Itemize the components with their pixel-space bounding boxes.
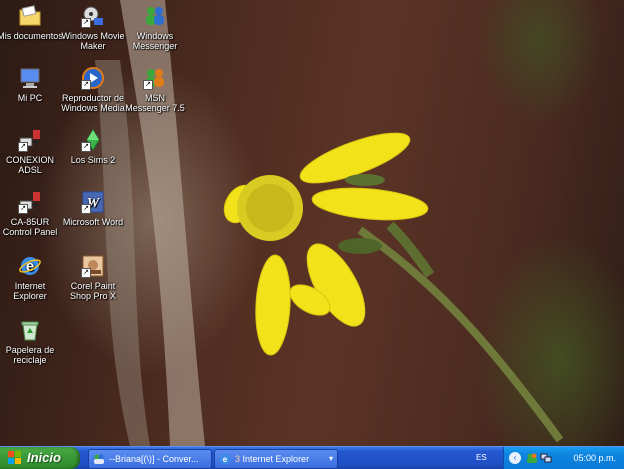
language-indicator[interactable]: ES (476, 447, 487, 469)
folder-icon (18, 4, 42, 28)
icon-label: Papelera de reciclaje (5, 345, 55, 365)
desktop-icon-conexion-adsl[interactable]: ↗ CONEXION ADSL (0, 128, 63, 175)
desktop-icon-papelera-de-reciclaje[interactable]: Papelera de reciclaje (0, 318, 63, 365)
desktop-icon-los-sims-2[interactable]: ↗ Los Sims 2 (60, 128, 126, 165)
icon-label: CA-85UR Control Panel (2, 217, 58, 237)
ie-icon: e (220, 454, 230, 464)
network-icon: ↗ (18, 128, 42, 152)
icon-label: Windows Messenger (132, 31, 178, 51)
system-tray: ES ‹ 05:00 p.m. (476, 447, 624, 469)
icon-label: Los Sims 2 (70, 155, 116, 165)
media-player-icon: ↗ (81, 66, 105, 90)
control-panel-icon: ↗ (18, 190, 42, 214)
taskbar: Inicio --Briana[(\)] - Conver... e 3 Int… (0, 446, 624, 469)
task-count: 3 (235, 454, 241, 464)
desktop-icon-msn-messenger[interactable]: ↗ MSN Messenger 7.5 (122, 66, 188, 113)
icon-label: Windows Movie Maker (61, 31, 125, 51)
msn-tray-icon[interactable] (526, 452, 538, 464)
shortcut-arrow-icon: ↗ (81, 204, 91, 214)
start-label: Inicio (27, 450, 61, 465)
desktop-icon-internet-explorer[interactable]: e Internet Explorer (0, 254, 63, 301)
desktop-icon-windows-media[interactable]: ↗ Reproductor de Windows Media (60, 66, 126, 113)
desktop-icon-mis-documentos[interactable]: Mis documentos (0, 4, 63, 41)
chevron-down-icon: ▾ (328, 454, 333, 463)
icon-label: Reproductor de Windows Media (61, 93, 125, 113)
shortcut-arrow-icon: ↗ (81, 80, 91, 90)
icon-label: Microsoft Word (62, 217, 124, 227)
shortcut-arrow-icon: ↗ (81, 268, 91, 278)
icon-label: Internet Explorer (13, 281, 47, 301)
icon-label: Mi PC (17, 93, 43, 103)
desktop-icon-ca85ur-control-panel[interactable]: ↗ CA-85UR Control Panel (0, 190, 63, 237)
task-label: --Briana[(\)] - Conver... (109, 454, 199, 464)
taskbar-task-internet-explorer[interactable]: e 3 Internet Explorer ▾ (214, 449, 338, 469)
svg-text:e: e (223, 455, 228, 464)
shortcut-arrow-icon: ↗ (81, 142, 91, 152)
ie-icon: e (18, 254, 42, 278)
desktop-icon-microsoft-word[interactable]: W ↗ Microsoft Word (60, 190, 126, 227)
paint-shop-icon: ↗ (81, 254, 105, 278)
shortcut-arrow-icon: ↗ (81, 18, 91, 28)
task-label: Internet Explorer (242, 454, 310, 464)
start-button[interactable]: Inicio (0, 447, 80, 469)
shortcut-arrow-icon: ↗ (143, 80, 153, 90)
windows-flag-icon (8, 451, 21, 464)
recycle-bin-icon (18, 318, 42, 342)
network-tray-icon[interactable] (540, 452, 552, 464)
msn-icon: ↗ (143, 66, 167, 90)
icon-label: Corel Paint Shop Pro X (69, 281, 117, 301)
shortcut-arrow-icon: ↗ (18, 142, 28, 152)
sims-icon: ↗ (81, 128, 105, 152)
icon-label: CONEXION ADSL (5, 155, 54, 175)
taskbar-task-messenger-conversation[interactable]: --Briana[(\)] - Conver... (88, 449, 212, 469)
clock[interactable]: 05:00 p.m. (573, 447, 616, 469)
show-hidden-icons-icon[interactable]: ‹ (509, 452, 521, 464)
desktop-icon-windows-messenger[interactable]: Windows Messenger (122, 4, 188, 51)
messenger-icon (143, 4, 167, 28)
icon-label: Mis documentos (0, 31, 63, 41)
desktop-icon-windows-movie-maker[interactable]: ↗ Windows Movie Maker (60, 4, 126, 51)
messenger-icon (94, 454, 104, 464)
icon-label: MSN Messenger 7.5 (125, 93, 185, 113)
word-icon: W ↗ (81, 190, 105, 214)
shortcut-arrow-icon: ↗ (18, 204, 28, 214)
computer-icon (18, 66, 42, 90)
desktop-icon-mi-pc[interactable]: Mi PC (0, 66, 63, 103)
desktop-icon-corel-paint-shop[interactable]: ↗ Corel Paint Shop Pro X (60, 254, 126, 301)
movie-maker-icon: ↗ (81, 4, 105, 28)
